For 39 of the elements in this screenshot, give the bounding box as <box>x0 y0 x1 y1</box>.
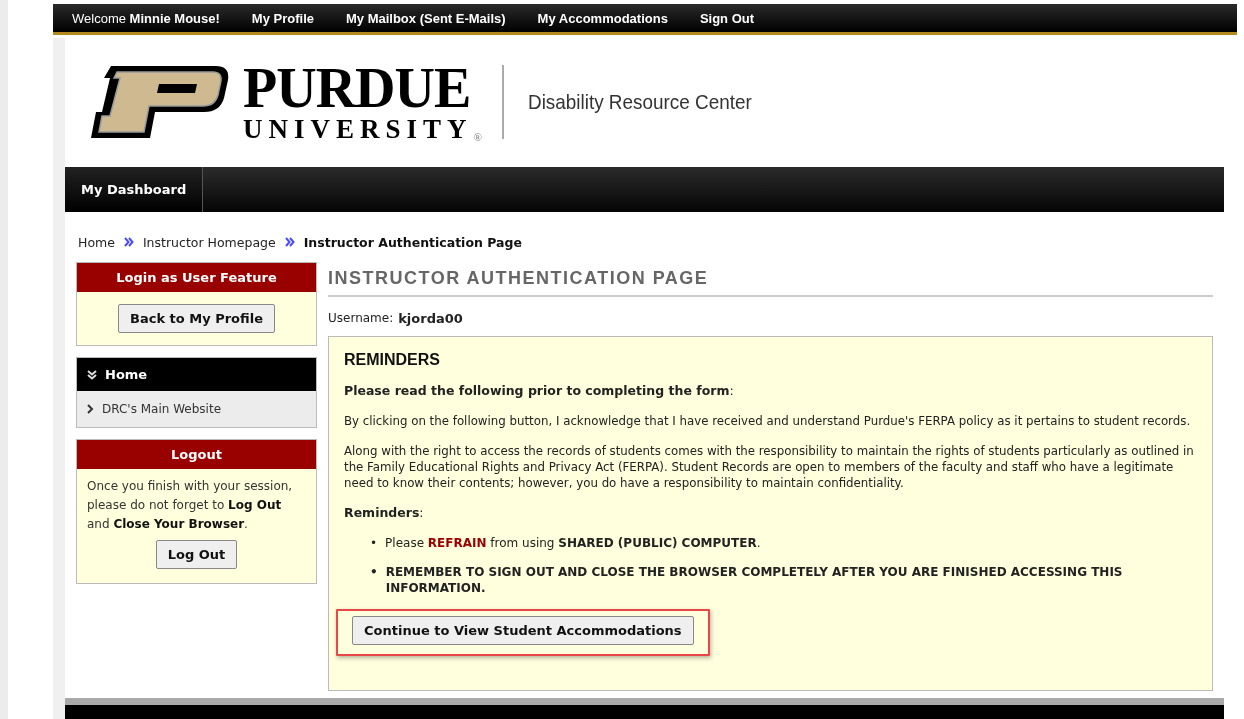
panel-title: Logout <box>77 440 316 469</box>
bullet-mark: • <box>370 564 378 581</box>
bullet-mark: • <box>370 535 378 551</box>
double-chevron-icon <box>123 237 134 247</box>
welcome-text: Welcome Minnie Mouse! <box>72 10 220 26</box>
username-value: kjorda00 <box>398 311 463 326</box>
double-chevron-icon <box>87 369 97 380</box>
breadcrumb-link[interactable]: Instructor Homepage <box>142 234 276 250</box>
log-out-button[interactable]: Log Out <box>155 540 238 569</box>
back-to-profile-button[interactable]: Back to My Profile <box>118 304 275 333</box>
body-paragraph: Along with the right to access the records of students comes with the responsibility to maintain the rights of students particularly as outlined in the Family Educational Rights and Privacy Act (FERPA). Student Records are open to members of the faculty and staff who have a legitimate need to know their contents; however, you do have a responsibility to maintain confidentiality. <box>344 443 1195 491</box>
menu-header[interactable]: Home <box>77 358 316 391</box>
continue-button[interactable]: Continue to View Student Accommodations <box>352 616 694 645</box>
body-paragraph: By clicking on the following button, I acknowledge that I have received and understand Purdue's FERPA policy as it pertains to student records. <box>344 413 1192 429</box>
page-title: INSTRUCTOR AUTHENTICATION PAGE <box>328 262 1213 297</box>
reminder-item: Please REFRAIN from using SHARED (PUBLIC) COMPUTER. <box>385 535 762 551</box>
menu-item[interactable]: DRC's Main Website <box>77 391 316 427</box>
instruction-text: Please read the following prior to completing the form: <box>344 383 735 399</box>
chevron-right-icon <box>87 404 94 414</box>
nav-tab[interactable]: My Dashboard <box>65 167 204 212</box>
panel-title: Login as User Feature <box>77 263 316 292</box>
menu-title: Home <box>105 367 148 382</box>
section-heading: REMINDERS <box>344 351 441 369</box>
site-title: Disability Resource Center <box>527 89 752 114</box>
registered-mark: ® <box>473 132 482 143</box>
logo-wordmark: PURDUE <box>243 60 472 116</box>
double-chevron-icon <box>284 237 295 247</box>
breadcrumb-current: Instructor Authentication Page <box>303 234 522 250</box>
top-nav-link[interactable]: My Profile <box>251 10 314 26</box>
logo-subtitle: UNIVERSITY <box>243 116 473 143</box>
logout-note: Once you finish with your session, please do not forget to Log Out and Close Your Browser. <box>86 478 294 533</box>
top-nav-link[interactable]: My Mailbox (Sent E-Mails) <box>345 10 506 26</box>
username-label: Username: <box>328 311 394 326</box>
top-nav-link[interactable]: My Accommodations <box>537 10 668 26</box>
top-nav-link[interactable]: Sign Out <box>699 10 755 26</box>
reminder-item: REMEMBER TO SIGN OUT AND CLOSE THE BROWSER COMPLETELY AFTER YOU ARE FINISHED ACCESSING THIS INFORMATION. <box>385 564 1124 596</box>
list-heading: Reminders: <box>344 505 425 521</box>
breadcrumb-link[interactable]: Home <box>78 234 115 250</box>
p-logo-icon <box>89 63 229 140</box>
